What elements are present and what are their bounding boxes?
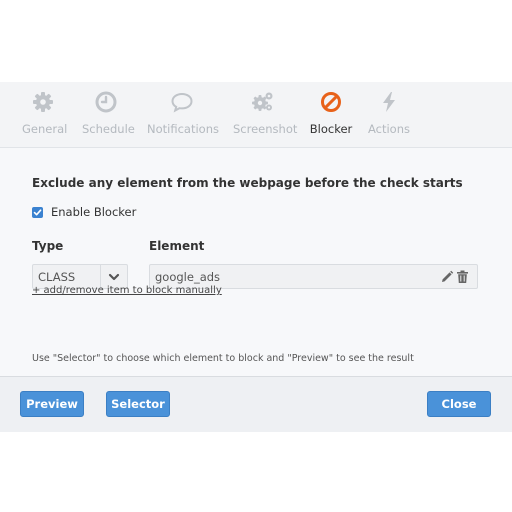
- tab-bar: General Schedule Notifications Screensho…: [0, 82, 512, 148]
- close-button[interactable]: Close: [427, 391, 491, 417]
- enable-blocker-checkbox[interactable]: [32, 206, 43, 218]
- tab-screenshot[interactable]: Screenshot: [233, 90, 298, 142]
- add-remove-item-link[interactable]: + add/remove item to block manually: [32, 285, 222, 296]
- tab-blocker-label: Blocker: [309, 122, 353, 136]
- element-column-header: Element: [149, 239, 205, 253]
- blocker-panel: Exclude any element from the webpage bef…: [0, 149, 512, 375]
- element-input-value: google_ads: [155, 270, 221, 284]
- checkmark-icon: [33, 208, 42, 215]
- enable-blocker-label[interactable]: Enable Blocker: [51, 205, 136, 219]
- panel-heading: Exclude any element from the webpage bef…: [32, 176, 463, 190]
- tab-notifications[interactable]: Notifications: [147, 90, 219, 142]
- tab-notifications-label: Notifications: [147, 122, 219, 136]
- chevron-down-icon: [108, 273, 120, 281]
- type-column-header: Type: [32, 239, 64, 253]
- blocker-dialog: General Schedule Notifications Screensho…: [0, 82, 512, 432]
- tab-actions-label: Actions: [367, 122, 410, 136]
- enable-blocker-row[interactable]: Enable Blocker: [32, 204, 136, 220]
- tab-blocker[interactable]: Blocker: [309, 90, 353, 142]
- block-icon: [321, 92, 341, 112]
- lightning-icon: [383, 92, 395, 112]
- preview-button[interactable]: Preview: [20, 391, 84, 417]
- trash-icon[interactable]: [456, 270, 469, 284]
- type-select-value: CLASS: [38, 270, 76, 284]
- speech-bubble-icon: [171, 92, 193, 113]
- gear-icon: [33, 92, 53, 112]
- selector-button[interactable]: Selector: [106, 391, 170, 417]
- gears-icon: [252, 92, 273, 111]
- pencil-icon[interactable]: [440, 270, 454, 284]
- tab-general-label: General: [22, 122, 68, 136]
- selector-hint-text: Use "Selector" to choose which element t…: [32, 353, 414, 364]
- tab-schedule[interactable]: Schedule: [82, 90, 135, 142]
- clock-icon: [95, 91, 117, 113]
- tab-schedule-label: Schedule: [82, 122, 135, 136]
- dialog-footer: Preview Selector Close: [0, 376, 512, 432]
- tab-screenshot-label: Screenshot: [233, 122, 298, 136]
- tab-actions[interactable]: Actions: [367, 90, 411, 142]
- tab-general[interactable]: General: [22, 90, 68, 142]
